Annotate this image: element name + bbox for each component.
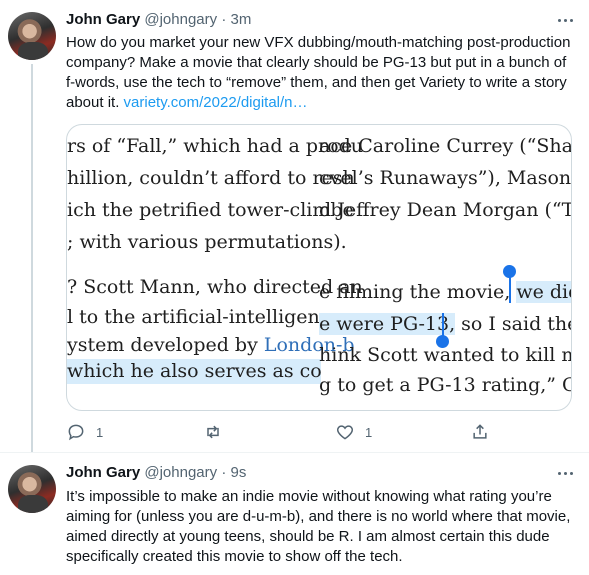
media-text-fragment: ystem developed by [67, 334, 264, 356]
author-name[interactable]: John Gary [66, 11, 140, 28]
media-highlighted-fragment: e were PG-13, [319, 313, 456, 335]
retweet-icon [207, 425, 219, 439]
thread-connector-line [31, 64, 33, 452]
like-count: 1 [365, 424, 373, 440]
timestamp[interactable]: 3m [230, 11, 251, 28]
retweet-button[interactable] [203, 421, 233, 443]
like-button[interactable]: 1 [335, 421, 372, 443]
media-text-line: cvel’s Runaways”), Mason Go [319, 167, 572, 189]
share-button[interactable] [470, 421, 490, 443]
more-options-icon[interactable] [555, 14, 575, 26]
media-text-line: l to the artificial-intelligence c [67, 306, 359, 328]
tweet-header: John Gary @johngary · 9s [66, 463, 246, 483]
avatar[interactable] [8, 465, 56, 513]
author-handle[interactable]: @johngary [144, 11, 217, 28]
media-text-fragment: so I said the F [461, 313, 571, 335]
media-text-line: ich the petrified tower-climbe [67, 199, 354, 221]
author-handle[interactable]: @johngary [144, 464, 217, 481]
reply-count: 1 [96, 424, 104, 440]
media-image[interactable]: rs of “Fall,” which had a produ hillion,… [66, 124, 572, 411]
media-text-line: ystem developed by London-b [67, 333, 355, 358]
media-text-line: ace Caroline Currey (“Shaza [319, 135, 572, 157]
media-highlighted-line: which he also serves as co-CE [67, 359, 321, 384]
tweet-actions: 1 1 [66, 421, 496, 443]
tweet-text: It’s impossible to make an indie movie w… [66, 488, 571, 565]
reply-button[interactable]: 1 [66, 421, 103, 443]
separator-dot: · [221, 464, 227, 481]
media-text-line: g to get a PG-13 rating,” Gar [319, 374, 572, 396]
reply-icon [68, 424, 84, 441]
tweet-header: John Gary @johngary · 3m [66, 10, 251, 30]
selection-start-handle[interactable] [503, 265, 516, 278]
media-text-line: e were PG-13, so I said the F [319, 312, 571, 337]
tweet[interactable]: John Gary @johngary · 3m How do you mark… [0, 0, 589, 452]
media-text-line: e filming the movie, we did [319, 280, 571, 305]
share-icon [473, 424, 487, 439]
tweet-link[interactable]: variety.com/2022/digital/n… [124, 94, 308, 111]
media-text-line: d Jeffrey Dean Morgan (“Th [319, 199, 572, 221]
media-text-line: ; with various permutations). [67, 231, 347, 253]
timestamp[interactable]: 9s [230, 464, 246, 481]
author-name[interactable]: John Gary [66, 464, 140, 481]
media-highlighted-fragment: we did [516, 281, 571, 303]
heart-icon [336, 425, 354, 440]
media-text-line: hillion, couldn’t afford to resh [67, 167, 355, 189]
more-options-icon[interactable] [555, 467, 575, 479]
separator-dot: · [221, 11, 227, 28]
tweet-text: How do you market your new VFX dubbing/m… [66, 33, 571, 113]
selection-end-handle[interactable] [436, 335, 449, 348]
media-text-fragment: e filming the movie, [319, 281, 511, 303]
avatar[interactable] [8, 12, 56, 60]
tweet[interactable]: John Gary @johngary · 9s It’s impossible… [0, 452, 589, 575]
